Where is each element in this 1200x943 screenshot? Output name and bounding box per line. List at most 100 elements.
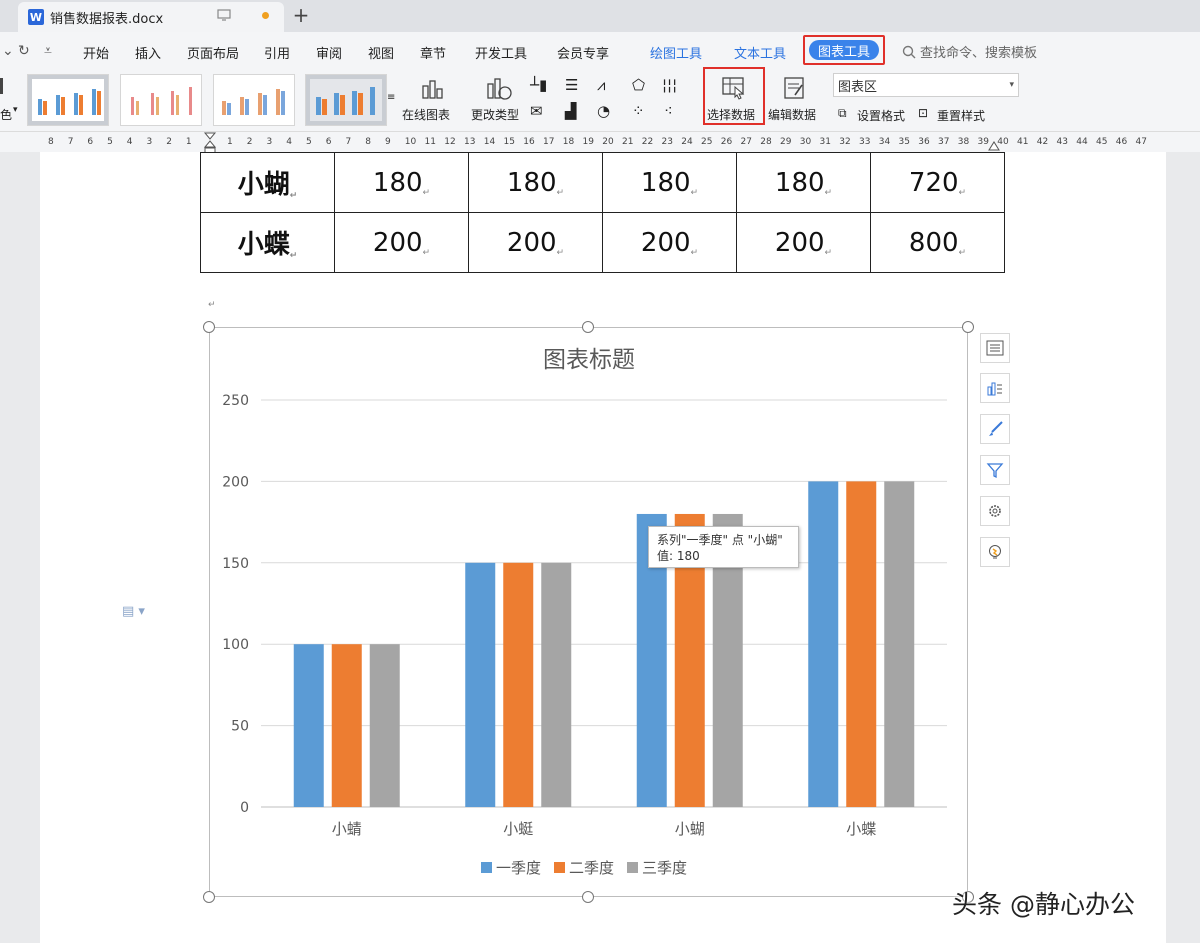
chart-style-3[interactable] [213, 74, 295, 126]
monitor-icon[interactable] [217, 8, 231, 22]
smart-suggest-button[interactable] [980, 537, 1010, 567]
bar[interactable] [884, 481, 915, 807]
y-tick-label: 200 [222, 474, 249, 490]
table-cell[interactable]: 小蝶↵ [200, 212, 335, 273]
chart-style-1[interactable] [27, 74, 109, 126]
cell-text: 180 [372, 167, 423, 198]
chevron-down-icon[interactable]: ▾ [13, 105, 18, 115]
undo-dropdown-icon[interactable]: ⌄ [2, 43, 14, 59]
select-data-button[interactable]: 选择数据 [707, 106, 755, 123]
edit-data-button[interactable]: 编辑数据 [768, 106, 816, 123]
table-cell[interactable]: 720↵ [870, 152, 1005, 213]
table-cell[interactable]: 小蝴↵ [200, 152, 335, 213]
combo-chart-icon[interactable]: ▟ [565, 102, 577, 120]
menu-developer[interactable]: 开发工具 [475, 43, 527, 62]
ruler-number: 4 [286, 137, 292, 147]
reset-style-button[interactable]: 重置样式 [937, 107, 985, 124]
chart-title[interactable]: 图表标题 [543, 347, 635, 373]
command-search[interactable]: 查找命令、搜索模板 [902, 42, 1037, 61]
bar[interactable] [293, 644, 324, 807]
menu-page-layout[interactable]: 页面布局 [187, 43, 239, 62]
chart-filter-button[interactable] [980, 455, 1010, 485]
menu-chart-tools[interactable]: 图表工具 [809, 40, 879, 60]
right-indent-marker-icon[interactable] [987, 136, 1001, 152]
horizontal-ruler[interactable]: 87654321 1 2 3 4 5 6 7 8 9 10 11 12 13 14 15 16 17 18 19 20… [0, 132, 1200, 154]
ruler-number: 13 [464, 137, 476, 147]
ruler-number: 22 [641, 137, 654, 147]
ruler-number: 43 [1056, 137, 1068, 147]
menu-section[interactable]: 章节 [420, 43, 446, 62]
edit-data-icon [784, 77, 804, 99]
menu-drawing-tools[interactable]: 绘图工具 [650, 43, 702, 62]
line-chart-icon[interactable]: ⩘ [597, 76, 605, 94]
color-button[interactable]: 色 [0, 106, 12, 123]
stock-chart-icon[interactable]: ¦¦¦ [662, 76, 677, 94]
table-cell[interactable]: 180↵ [736, 152, 871, 213]
column-chart-icon[interactable]: ┴▮ [530, 76, 547, 94]
cell-text: 200 [774, 227, 825, 258]
menu-insert[interactable]: 插入 [135, 43, 161, 62]
quick-layout-button[interactable] [980, 373, 1010, 403]
chart-settings-button[interactable] [980, 496, 1010, 526]
area-chart-icon[interactable]: ✉ [530, 102, 543, 120]
radar-chart-icon[interactable]: ⬠ [632, 76, 645, 94]
x-tick-label: 小蜻 [332, 820, 362, 838]
ruler-number: 6 [87, 137, 94, 147]
bar[interactable] [503, 562, 534, 807]
online-chart-button[interactable]: 在线图表 [402, 106, 450, 123]
ruler-number: 1 [227, 137, 233, 147]
table-cell[interactable]: 200↵ [468, 212, 603, 273]
ruler-number: 32 [839, 137, 851, 147]
pie-chart-icon[interactable]: ◔ [597, 102, 610, 120]
menu-text-tools[interactable]: 文本工具 [734, 43, 786, 62]
menu-references[interactable]: 引用 [264, 43, 290, 62]
styles-more-icon[interactable]: ≡ [387, 92, 395, 103]
menu-review[interactable]: 审阅 [316, 43, 342, 62]
cell-text: 小蝶 [237, 230, 290, 260]
set-format-button[interactable]: 设置格式 [857, 107, 905, 124]
table-cell[interactable]: 180↵ [602, 152, 737, 213]
bar[interactable] [846, 481, 877, 807]
bar[interactable] [541, 562, 572, 807]
table-cell[interactable]: 200↵ [602, 212, 737, 273]
menu-home[interactable]: 开始 [83, 43, 109, 62]
indent-marker-icon[interactable] [203, 132, 217, 154]
ruler-number: 33 [859, 137, 871, 147]
document-tab[interactable]: W 销售数据报表.docx [18, 2, 284, 32]
table-cell[interactable]: 200↵ [334, 212, 469, 273]
search-icon [902, 45, 916, 58]
table-cell[interactable]: 200↵ [736, 212, 871, 273]
bar[interactable] [369, 644, 400, 807]
legend-swatch [554, 862, 565, 873]
new-tab-button[interactable]: + [290, 3, 312, 27]
ruler-number: 1 [185, 137, 192, 147]
scatter-chart-icon[interactable]: ⁘ [632, 102, 645, 120]
reset-style-icon: ⊡ [918, 106, 929, 120]
chart-style-2[interactable] [120, 74, 202, 126]
cell-text: 180 [774, 167, 825, 198]
chart-elements-button[interactable] [980, 333, 1010, 363]
table-row: 小蝴↵ 180↵ 180↵ 180↵ 180↵ 720↵ [200, 152, 1005, 213]
chart-style-4[interactable] [305, 74, 387, 126]
color-icon[interactable] [0, 76, 6, 96]
menu-member[interactable]: 会员专享 [557, 43, 609, 62]
menu-view[interactable]: 视图 [368, 43, 394, 62]
bubble-chart-icon[interactable]: ⁖ [664, 102, 673, 120]
cell-text: 180 [640, 167, 691, 198]
table-cell[interactable]: 800↵ [870, 212, 1005, 273]
chart-element-select[interactable]: 图表区 ▾ [833, 73, 1019, 97]
bar[interactable] [331, 644, 362, 807]
paragraph-layout-icon[interactable]: ▤ ▾ [122, 604, 145, 619]
table-cell[interactable]: 180↵ [334, 152, 469, 213]
legend[interactable]: 一季度 二季度 三季度 [481, 859, 687, 877]
watermark-text: 头条 @静心办公 [952, 890, 1135, 919]
change-type-button[interactable]: 更改类型 [471, 106, 519, 123]
table-cell[interactable]: 180↵ [468, 152, 603, 213]
quick-access-chevron-icon[interactable]: ⩡ [44, 43, 52, 59]
redo-icon[interactable]: ↻ [18, 43, 30, 59]
bar[interactable] [808, 481, 839, 807]
bar[interactable] [465, 562, 496, 807]
chart-style-button[interactable] [980, 414, 1010, 444]
clustered-column-chart[interactable]: 图表标题 0 50 100 150 200 250 小蜻 小蜓 小蝴 小蝶 一季度 二季度 三季度 [209, 327, 968, 897]
bar-chart-icon[interactable]: ☰ [565, 76, 578, 94]
